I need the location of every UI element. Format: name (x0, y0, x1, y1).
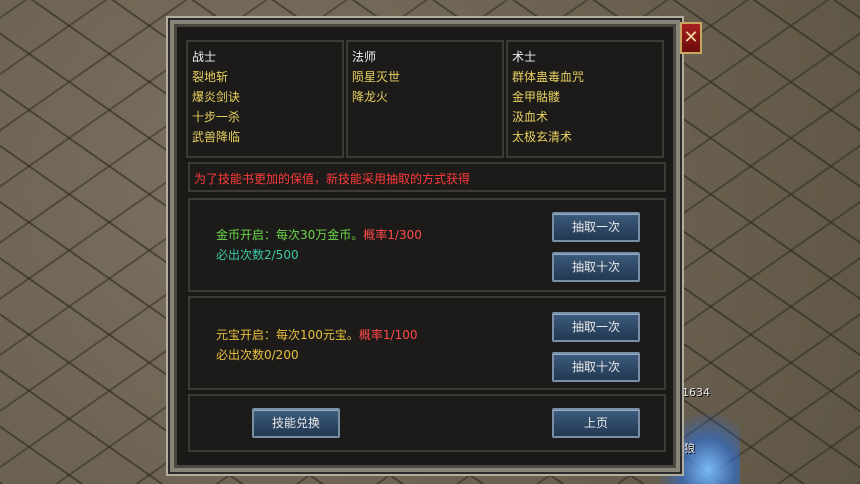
skill-item: 汲血术 (512, 110, 549, 124)
column-title: 战士 (192, 50, 217, 64)
column-title: 术士 (512, 50, 537, 64)
skill-item: 十步一杀 (192, 110, 241, 124)
ingot-rate-text: 概率1/100 (358, 328, 418, 342)
column-title: 法师 (352, 50, 377, 64)
close-button[interactable]: ✕ (680, 22, 702, 54)
column-warrior: 战士 裂地斩 爆炎剑诀 十步一杀 武兽降临 (186, 40, 344, 158)
ingot-cost-line: 元宝开启：每次100元宝。概率1/100 (216, 326, 418, 343)
skill-item: 降龙火 (352, 90, 389, 104)
skill-exchange-button[interactable]: 技能兑换 (252, 408, 340, 438)
ingot-cost-text: 元宝开启：每次100元宝。 (216, 328, 359, 342)
scene-name-label: 狼 (684, 442, 695, 455)
skill-item: 裂地斩 (192, 70, 229, 84)
column-mage: 法师 陨星灭世 降龙火 (346, 40, 504, 158)
gold-draw-section: 金币开启：每次30万金币。概率1/300 必出次数2/500 抽取一次 抽取十次 (188, 198, 666, 292)
close-icon: ✕ (683, 27, 699, 48)
gold-cost-line: 金币开启：每次30万金币。概率1/300 (216, 226, 422, 243)
gold-draw-ten-button[interactable]: 抽取十次 (552, 252, 640, 282)
skill-item: 群体蛊毒血咒 (512, 70, 585, 84)
gold-draw-once-button[interactable]: 抽取一次 (552, 212, 640, 242)
ingot-draw-ten-button[interactable]: 抽取十次 (552, 352, 640, 382)
column-taoist: 术士 群体蛊毒血咒 金甲骷髅 汲血术 太极玄清术 (506, 40, 664, 158)
skill-draw-window: 战士 裂地斩 爆炎剑诀 十步一杀 武兽降临 法师 陨星灭世 降龙火 术士 群体蛊… (168, 18, 682, 474)
bottom-bar: 技能兑换 上页 (188, 394, 666, 452)
skill-item: 陨星灭世 (352, 70, 401, 84)
gold-guarantee-text: 必出次数2/500 (216, 248, 299, 262)
gold-rate-text: 概率1/300 (363, 228, 422, 242)
skill-item: 武兽降临 (192, 130, 241, 144)
ingot-draw-section: 元宝开启：每次100元宝。概率1/100 必出次数0/200 抽取一次 抽取十次 (188, 296, 666, 390)
ingot-draw-once-button[interactable]: 抽取一次 (552, 312, 640, 342)
prev-page-button[interactable]: 上页 (552, 408, 640, 438)
skill-item: 金甲骷髅 (512, 90, 561, 104)
scene-number-label: 1634 (682, 386, 710, 399)
skill-item: 太极玄清术 (512, 130, 573, 144)
skill-item: 爆炎剑诀 (192, 90, 241, 104)
ingot-guarantee-text: 必出次数0/200 (216, 348, 299, 362)
notice-text: 为了技能书更加的保值，新技能采用抽取的方式获得 (188, 162, 666, 192)
gold-cost-text: 金币开启：每次30万金币。 (216, 228, 364, 242)
